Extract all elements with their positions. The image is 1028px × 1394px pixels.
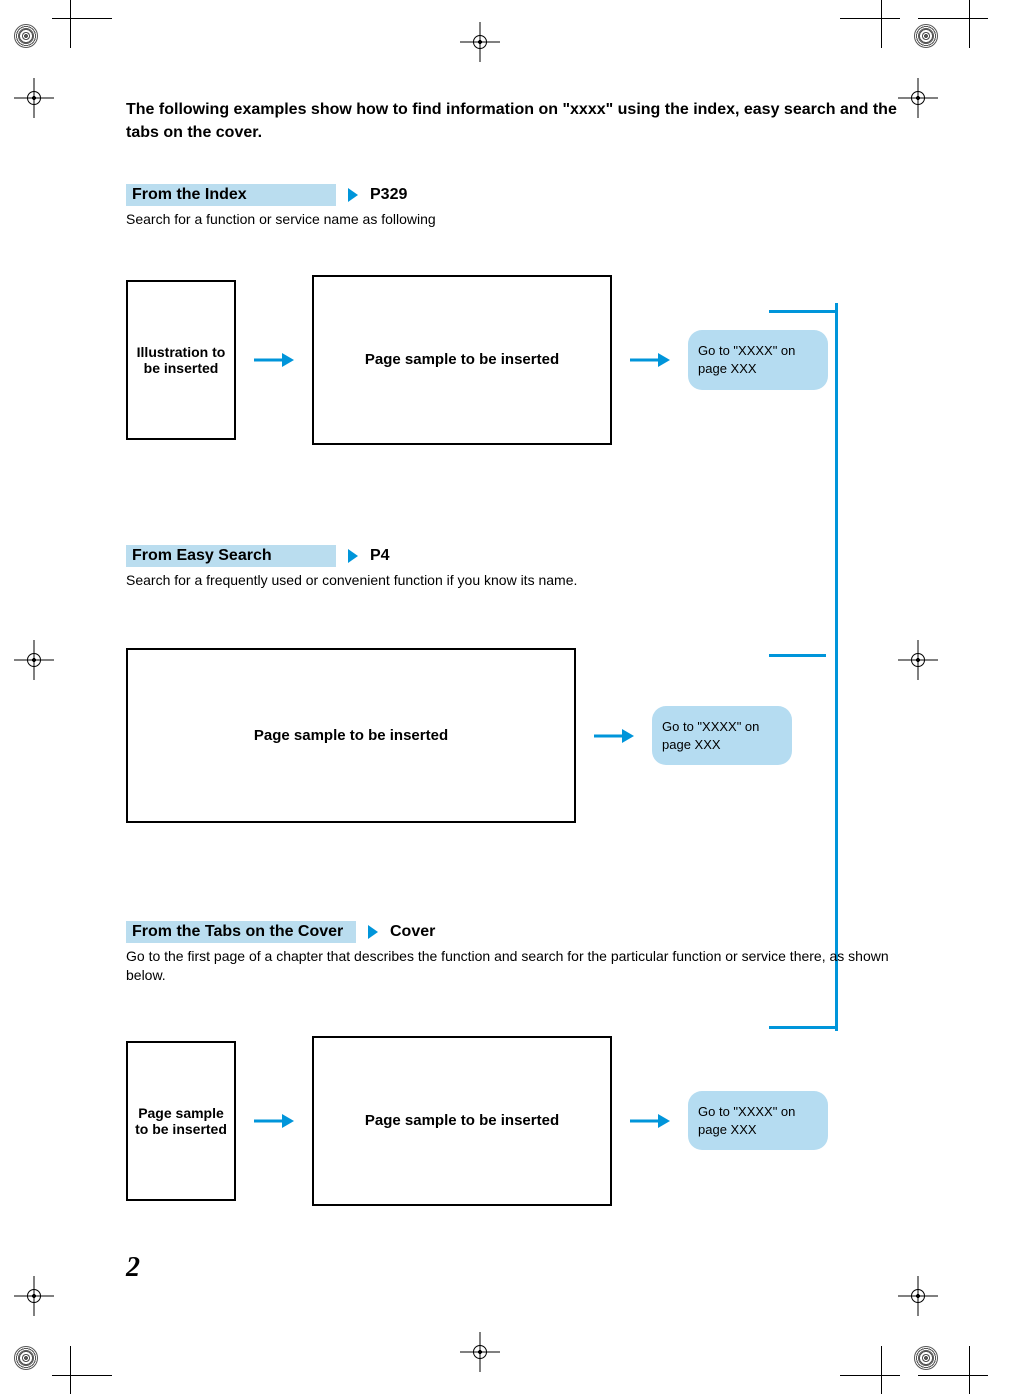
triangle-icon — [348, 188, 358, 202]
section-description: Search for a frequently used or convenie… — [126, 571, 906, 591]
section-index: From the Index P329 Search for a functio… — [126, 184, 906, 450]
section-label: From Easy Search — [126, 545, 336, 567]
section-label: From the Index — [126, 184, 336, 206]
page-sample-placeholder: Page sample to be inserted — [312, 1036, 612, 1206]
arrow-right-icon — [254, 356, 294, 364]
arrow-right-icon — [594, 732, 634, 740]
section-description: Go to the first page of a chapter that d… — [126, 947, 906, 986]
page-sample-small-placeholder: Page sample to be inserted — [126, 1041, 236, 1201]
illustration-placeholder: Illustration to be inserted — [126, 280, 236, 440]
page-sample-placeholder: Page sample to be inserted — [312, 275, 612, 445]
section-page-ref: P329 — [370, 186, 407, 204]
goto-callout: Go to "XXXX" on page XXX — [688, 330, 828, 389]
section-page-ref: P4 — [370, 547, 390, 565]
page-sample-placeholder: Page sample to be inserted — [126, 648, 576, 823]
section-description: Search for a function or service name as… — [126, 210, 906, 230]
section-page-ref: Cover — [390, 923, 435, 941]
section-tabs-cover: From the Tabs on the Cover Cover Go to t… — [126, 921, 906, 1211]
arrow-right-icon — [630, 356, 670, 364]
section-label: From the Tabs on the Cover — [126, 921, 356, 943]
goto-callout: Go to "XXXX" on page XXX — [688, 1091, 828, 1150]
page-number: 2 — [126, 1252, 140, 1284]
triangle-icon — [348, 549, 358, 563]
arrow-right-icon — [254, 1117, 294, 1125]
arrow-right-icon — [630, 1117, 670, 1125]
intro-text: The following examples show how to find … — [126, 98, 906, 144]
goto-callout: Go to "XXXX" on page XXX — [652, 706, 792, 765]
page-content: The following examples show how to find … — [126, 80, 906, 1314]
section-easy-search: From Easy Search P4 Search for a frequen… — [126, 545, 906, 826]
triangle-icon — [368, 925, 378, 939]
